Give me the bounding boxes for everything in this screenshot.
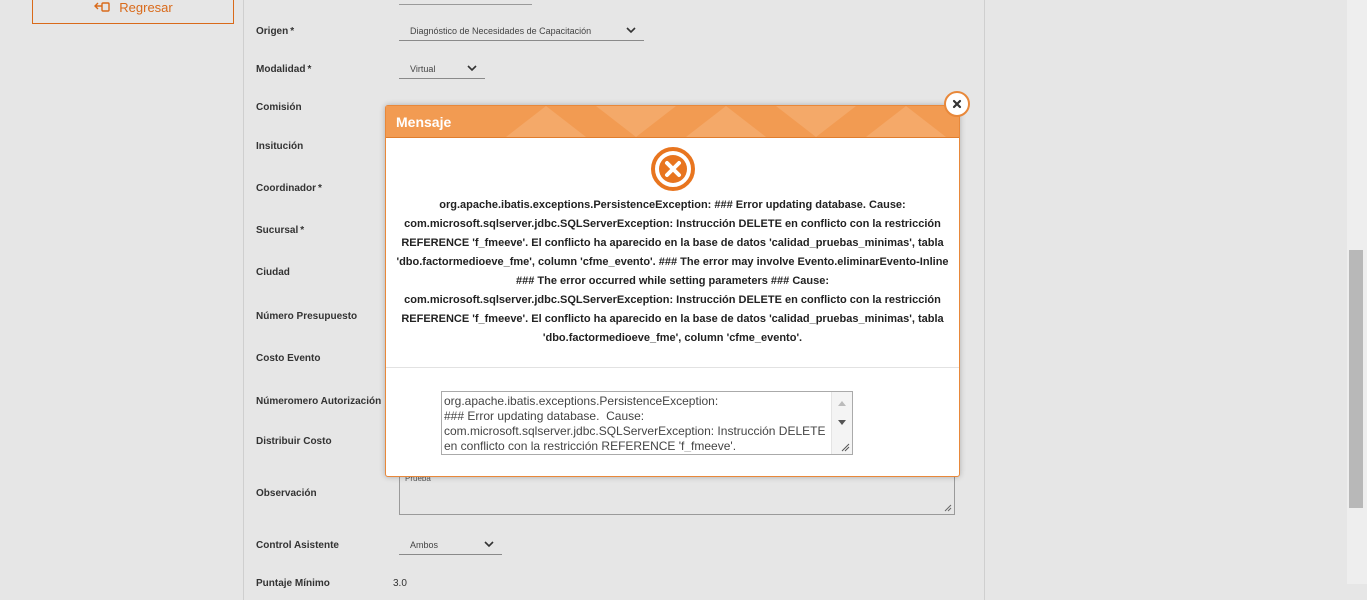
label-origen: Origen *	[256, 26, 295, 37]
label-institucion: Insitución	[256, 141, 304, 152]
error-dialog: Mensaje org.apache.ibatis.exceptions.Per…	[385, 105, 960, 477]
back-button[interactable]: Regresar	[32, 0, 234, 24]
label-control-asistente: Control Asistente	[256, 540, 339, 551]
label-modalidad: Modalidad *	[256, 64, 312, 75]
resize-grip-icon[interactable]	[840, 442, 850, 452]
control-asistente-select-value: Ambos	[410, 539, 439, 550]
label-comision: Comisión	[256, 102, 302, 113]
label-costo-evento: Costo Evento	[256, 353, 321, 364]
label-distribuir-costo: Distribuir Costo	[256, 436, 332, 447]
dialog-title: Mensaje	[396, 114, 452, 130]
dialog-header: Mensaje	[386, 106, 959, 138]
label-sucursal: Sucursal *	[256, 225, 305, 236]
scroll-up-icon[interactable]	[837, 400, 847, 407]
label-numero-presupuesto: Número Presupuesto	[256, 311, 358, 322]
scroll-down-icon[interactable]	[837, 419, 847, 426]
control-asistente-select[interactable]: Ambos	[399, 535, 502, 555]
chevron-down-icon	[467, 65, 477, 72]
error-message: org.apache.ibatis.exceptions.Persistence…	[396, 199, 949, 344]
page-scrollbar-thumb[interactable]	[1349, 250, 1363, 508]
close-dialog-button[interactable]	[944, 91, 970, 117]
back-hand-icon	[94, 2, 110, 12]
modalidad-select-value: Virtual	[410, 63, 436, 74]
label-observacion: Observación	[256, 488, 317, 499]
origen-select[interactable]: Diagnóstico de Necesidades de Capacitaci…	[399, 21, 644, 41]
label-numero-autorizacion: Númeromero Autorización	[256, 396, 382, 407]
dialog-divider	[386, 367, 959, 368]
top-field-underline	[399, 4, 532, 5]
chevron-down-icon	[484, 541, 494, 548]
label-ciudad: Ciudad	[256, 267, 290, 278]
error-detail-text: org.apache.ibatis.exceptions.Persistence…	[444, 394, 826, 452]
chevron-down-icon	[626, 27, 636, 34]
resize-grip-icon[interactable]	[943, 503, 952, 512]
back-button-label: Regresar	[119, 0, 173, 15]
error-detail-textarea[interactable]: org.apache.ibatis.exceptions.Persistence…	[441, 391, 853, 455]
origen-select-value: Diagnóstico de Necesidades de Capacitaci…	[410, 25, 592, 36]
error-x-icon	[651, 147, 695, 191]
label-coordinador: Coordinador *	[256, 183, 322, 194]
header-pattern	[506, 106, 946, 137]
modalidad-select[interactable]: Virtual	[399, 59, 485, 79]
close-icon	[952, 99, 962, 109]
